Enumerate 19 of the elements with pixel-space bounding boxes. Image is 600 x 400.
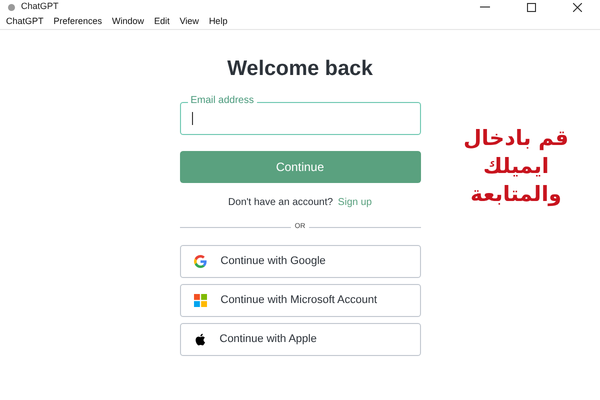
provider-button[interactable]: Continue with Apple <box>180 322 420 356</box>
provider-button[interactable]: Continue with Microsoft Account <box>180 284 420 316</box>
signup-prompt: Don't have an account? <box>228 196 333 210</box>
maximize-icon <box>526 2 536 12</box>
menu-item[interactable]: Preferences <box>54 14 102 28</box>
apple-icon <box>194 332 206 346</box>
menu-item[interactable]: Edit <box>154 14 170 28</box>
menu-item[interactable]: ChatGPT <box>6 14 44 28</box>
annotation: قم بادخال ايميلك والمتابعة <box>462 125 570 208</box>
app-icon <box>8 4 15 10</box>
microsoft-icon <box>194 294 206 306</box>
google-icon <box>194 254 206 268</box>
menu-item[interactable]: Window <box>112 14 144 28</box>
menu-item[interactable]: View <box>180 14 199 28</box>
close-icon <box>572 2 582 12</box>
window-title: ChatGPT <box>21 0 59 14</box>
menu-item[interactable]: Help <box>208 14 228 28</box>
heading: Welcome back <box>227 58 373 79</box>
provider-button[interactable]: Continue with Google <box>180 244 420 278</box>
